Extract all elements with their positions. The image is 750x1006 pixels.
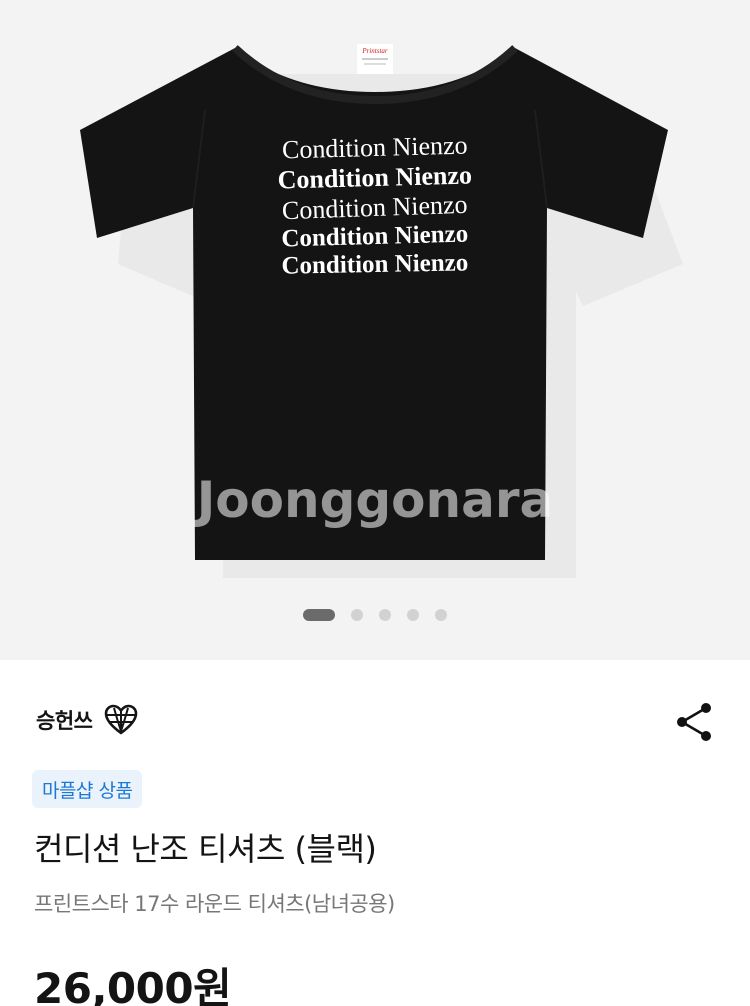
marpple-shop-tag: 마플샵 상품 (32, 770, 143, 808)
share-icon[interactable] (670, 698, 718, 746)
print-line-5: Condition Nienzo (281, 249, 468, 279)
product-image[interactable]: Printstar Condition Nienzo Condition Nie… (0, 0, 750, 660)
seller-profile[interactable]: 승헌쓰 (36, 702, 138, 738)
neck-label-text: Printstar (361, 47, 388, 55)
print-line-4: Condition Nienzo (281, 221, 468, 253)
carousel-dot-2[interactable] (351, 609, 363, 621)
carousel-dot-5[interactable] (435, 609, 447, 621)
watermark: Joonggonara (194, 471, 554, 529)
product-subtitle: 프린트스타 17수 라운드 티셔츠(남녀공용) (34, 892, 395, 916)
seller-name[interactable]: 승헌쓰 (36, 705, 93, 735)
carousel-dot-1[interactable] (303, 609, 335, 621)
print-line-2: Condition Nienzo (277, 160, 472, 194)
print-line-1: Condition Nienzo (282, 131, 468, 165)
heart-globe-icon (105, 704, 138, 735)
product-image-gallery[interactable]: Printstar Condition Nienzo Condition Nie… (0, 0, 750, 660)
product-price: 26,000원 (34, 964, 232, 1006)
carousel-dot-3[interactable] (379, 609, 391, 621)
carousel-dot-4[interactable] (407, 609, 419, 621)
product-info: 승헌쓰 마플샵 상품 컨디션 난조 티셔츠 (블랙) 프린트스타 17수 라운드… (0, 660, 750, 1006)
carousel-indicator (0, 609, 750, 621)
product-title: 컨디션 난조 티셔츠 (블랙) (34, 830, 377, 868)
